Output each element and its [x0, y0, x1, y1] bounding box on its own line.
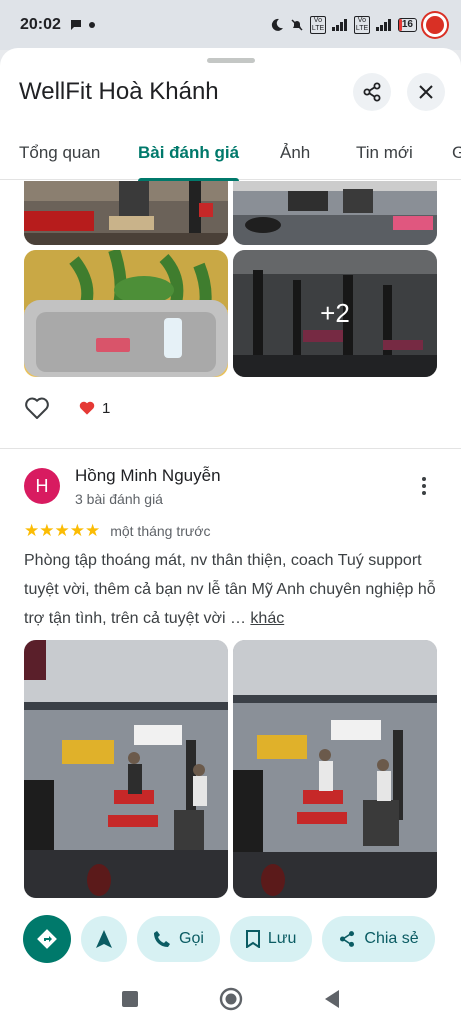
save-button[interactable]: Lưu — [229, 916, 313, 962]
start-navigation-button[interactable] — [81, 916, 127, 962]
network-label-2: Vo LTE — [353, 16, 370, 34]
review-photo-more[interactable]: +2 — [233, 250, 437, 377]
reaction-count-text: 1 — [102, 399, 111, 417]
recent-apps-icon[interactable] — [121, 990, 139, 1008]
read-more-link[interactable]: khác — [250, 610, 284, 627]
mute-bell-icon — [291, 19, 303, 31]
action-bar: Gọi Lưu Chia sẻ — [0, 904, 461, 974]
review-photo-gym-1[interactable] — [24, 181, 228, 245]
share-icon — [340, 931, 355, 947]
review-divider — [0, 448, 461, 449]
close-icon — [419, 85, 433, 99]
share-label: Chia sẻ — [364, 930, 419, 947]
review-date: một tháng trước — [110, 523, 211, 539]
status-time: 20:02 — [20, 16, 61, 33]
place-title: WellFit Hoà Khánh — [19, 78, 219, 105]
review-more-options-button[interactable] — [414, 474, 434, 498]
tab-reviews[interactable]: Bài đánh giá — [138, 126, 240, 181]
tab-updates[interactable]: Tin mới — [356, 126, 413, 180]
chat-notification-icon — [70, 20, 81, 30]
gym-mirror-photo-image — [24, 640, 228, 898]
review-photo-gym-mirror-2[interactable] — [233, 640, 437, 898]
more-photos-count: +2 — [233, 250, 437, 377]
tab-bar: Tổng quan Bài đánh giá Ảnh Tin mới G — [0, 126, 461, 181]
review-photo-treadmill[interactable] — [24, 250, 228, 377]
navigation-arrow-icon — [96, 930, 112, 948]
status-notification-icons — [69, 18, 95, 32]
dot-icon — [88, 22, 95, 28]
share-button[interactable] — [353, 73, 391, 111]
share-icon — [363, 82, 381, 102]
network-label-1: Vo LTE — [309, 16, 326, 34]
reviewer-avatar[interactable]: H — [24, 468, 60, 504]
gym-photo-image — [24, 181, 228, 245]
battery-indicator: 16 — [397, 18, 417, 32]
tab-more[interactable]: G — [452, 126, 461, 180]
treadmill-photo-image — [24, 250, 228, 377]
review-text: Phòng tập thoáng mát, nv thân thiện, coa… — [24, 552, 436, 627]
gym-mirror-photo-image — [233, 640, 437, 898]
signal-icon-2 — [375, 19, 391, 31]
drag-handle[interactable] — [207, 58, 255, 63]
directions-button[interactable] — [23, 915, 71, 963]
heart-filled-icon — [79, 401, 95, 415]
home-icon[interactable] — [219, 987, 243, 1011]
star-rating: ★★★★★ — [24, 521, 101, 540]
system-nav-bar — [0, 974, 461, 1024]
screen-record-icon[interactable] — [423, 13, 447, 37]
save-label: Lưu — [267, 930, 297, 947]
review-text-block: Phòng tập thoáng mát, nv thân thiện, coa… — [24, 546, 444, 633]
signal-icon — [331, 19, 347, 31]
review-photo-gym-2[interactable] — [233, 181, 437, 245]
moon-icon — [271, 18, 283, 31]
like-heart-outline-icon[interactable] — [24, 396, 50, 420]
call-button[interactable]: Gọi — [137, 916, 220, 962]
back-icon[interactable] — [323, 989, 341, 1009]
close-button[interactable] — [407, 73, 445, 111]
reviewer-name[interactable]: Hồng Minh Nguyễn — [75, 466, 221, 486]
share-place-button[interactable]: Chia sẻ — [322, 916, 435, 962]
tab-photos[interactable]: Ảnh — [280, 126, 310, 180]
reaction-row: 1 — [24, 396, 110, 420]
status-bar: 20:02 Vo LTE Vo LTE 16 — [0, 0, 461, 50]
battery-text: 16 — [401, 19, 413, 30]
phone-icon — [154, 931, 170, 947]
rating-row: ★★★★★ một tháng trước — [24, 521, 210, 541]
title-row: WellFit Hoà Khánh — [0, 70, 461, 114]
bookmark-icon — [245, 930, 260, 948]
status-right: Vo LTE Vo LTE 16 — [270, 13, 447, 37]
review-photo-gym-mirror-1[interactable] — [24, 640, 228, 898]
tab-overview[interactable]: Tổng quan — [19, 126, 100, 180]
call-label: Gọi — [179, 930, 204, 947]
place-sheet: WellFit Hoà Khánh Tổng quan Bài đánh giá… — [0, 48, 461, 904]
gym-photo-image — [233, 181, 437, 245]
reviewer-review-count: 3 bài đánh giá — [75, 491, 163, 507]
directions-icon — [37, 929, 57, 949]
reaction-count: 1 — [78, 400, 110, 417]
